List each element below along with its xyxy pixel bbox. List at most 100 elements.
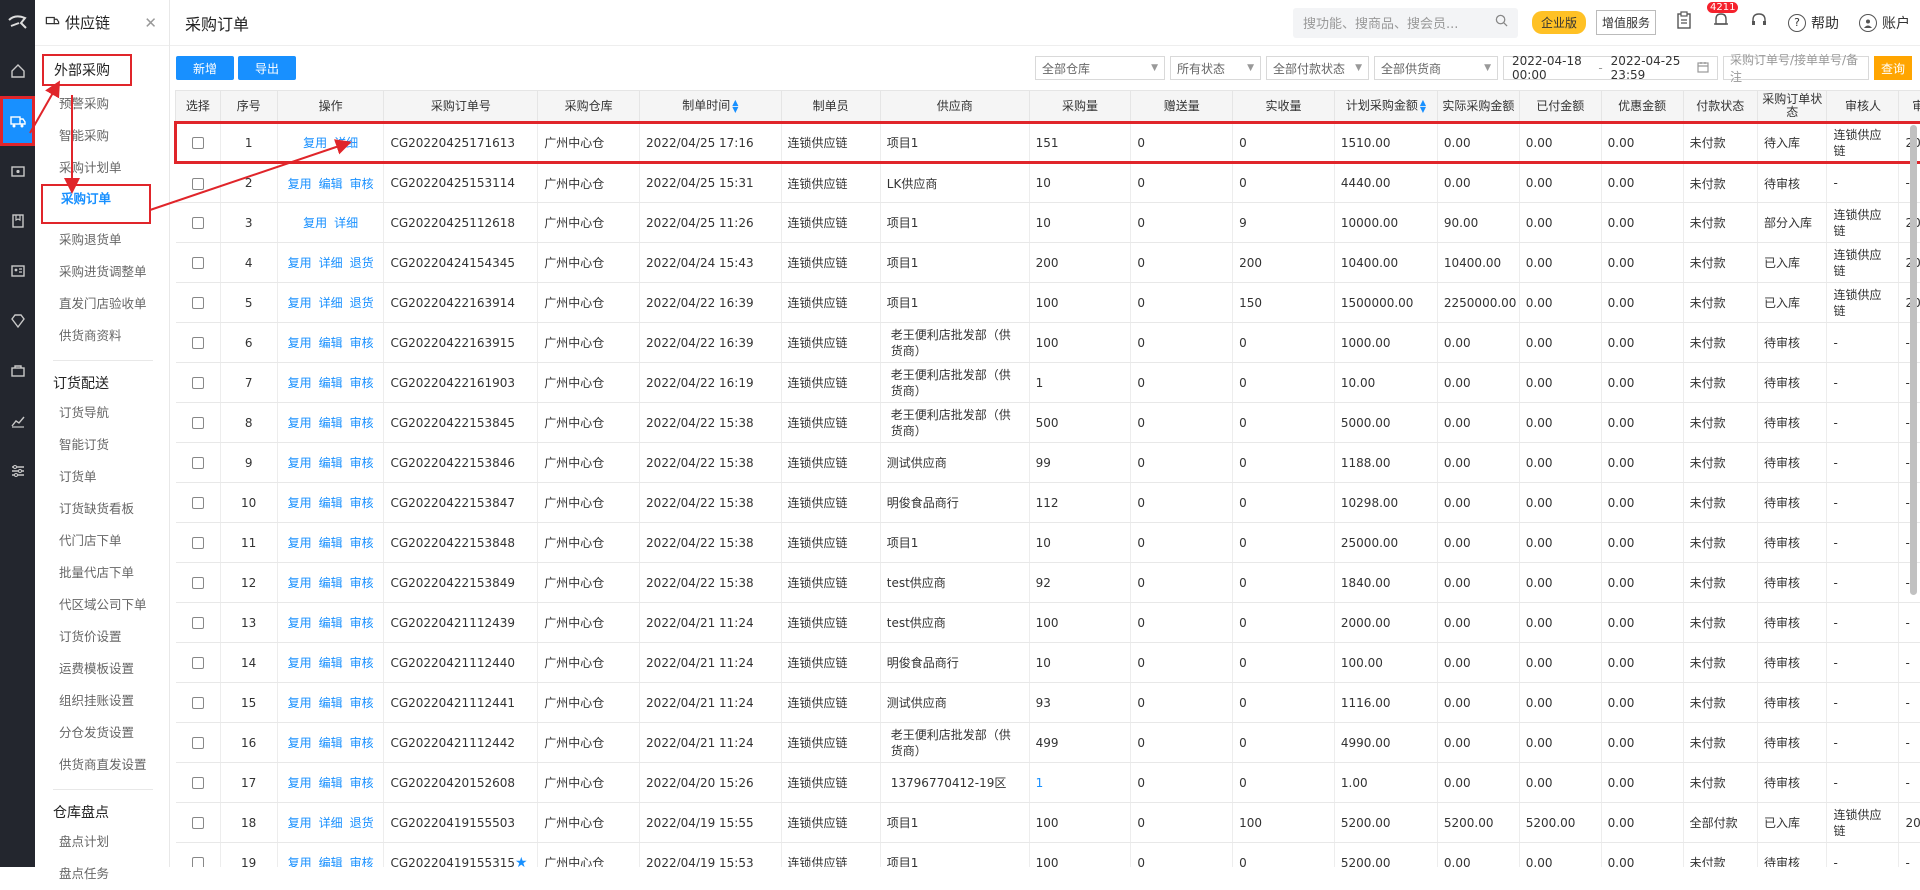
account-link[interactable]: 账户	[1859, 13, 1910, 33]
row-action-link[interactable]: 编辑	[319, 414, 343, 431]
row-action-link[interactable]: 编辑	[319, 454, 343, 471]
warehouse-select[interactable]: 全部仓库 ▼	[1035, 56, 1165, 80]
row-action-link[interactable]: 复用	[288, 734, 312, 751]
logo-icon[interactable]	[0, 0, 35, 46]
row-checkbox[interactable]	[192, 697, 204, 709]
table-row[interactable]: 6复用编辑审核CG20220422163915广州中心仓2022/04/22 1…	[176, 323, 1920, 363]
sidebar-item[interactable]: 智能采购	[35, 120, 169, 152]
sidebar-item[interactable]: 采购退货单	[35, 224, 169, 256]
table-row[interactable]: 11复用编辑审核CG20220422153848广州中心仓2022/04/22 …	[176, 523, 1920, 563]
clipboard-icon[interactable]	[1676, 11, 1692, 34]
chart-icon[interactable]	[0, 396, 35, 446]
pay-status-select[interactable]: 全部付款状态 ▼	[1266, 56, 1369, 80]
table-row[interactable]: 18复用详细退货CG20220419155503广州中心仓2022/04/19 …	[176, 803, 1920, 843]
row-action-link[interactable]: 复用	[288, 854, 312, 867]
supply-chain-icon[interactable]	[0, 96, 35, 146]
row-checkbox[interactable]	[192, 497, 204, 509]
row-action-link[interactable]: 详细	[319, 294, 343, 311]
table-row[interactable]: 8复用编辑审核CG20220422153845广州中心仓2022/04/22 1…	[176, 403, 1920, 443]
row-checkbox[interactable]	[192, 377, 204, 389]
sidebar-item[interactable]: 订货缺货看板	[35, 493, 169, 525]
sidebar-item[interactable]: 代门店下单	[35, 525, 169, 557]
row-action-link[interactable]: 复用	[288, 814, 312, 831]
row-action-link[interactable]: 审核	[350, 574, 374, 591]
table-row[interactable]: 5复用详细退货CG20220422163914广州中心仓2022/04/22 1…	[176, 283, 1920, 323]
table-row[interactable]: 2复用编辑审核CG20220425153114广州中心仓2022/04/25 1…	[176, 163, 1920, 203]
row-checkbox[interactable]	[192, 657, 204, 669]
sidebar-item[interactable]: 盘点任务	[35, 858, 169, 890]
row-checkbox[interactable]	[192, 417, 204, 429]
row-action-link[interactable]: 审核	[350, 854, 374, 867]
row-action-link[interactable]: 审核	[350, 374, 374, 391]
table-row[interactable]: 4复用详细退货CG20220424154345广州中心仓2022/04/24 1…	[176, 243, 1920, 283]
row-checkbox[interactable]	[192, 817, 204, 829]
row-action-link[interactable]: 详细	[334, 134, 358, 151]
row-action-link[interactable]: 编辑	[319, 494, 343, 511]
row-checkbox[interactable]	[192, 617, 204, 629]
row-action-link[interactable]: 退货	[350, 814, 374, 831]
search-icon[interactable]	[1495, 14, 1508, 31]
close-icon[interactable]: ✕	[144, 14, 157, 32]
global-search-input[interactable]: 搜功能、搜商品、搜会员...	[1293, 8, 1518, 38]
supplier-select[interactable]: 全部供货商 ▼	[1374, 56, 1498, 80]
row-action-link[interactable]: 复用	[288, 175, 312, 192]
sidebar-group-title[interactable]: 外部采购	[42, 54, 132, 86]
row-checkbox[interactable]	[192, 257, 204, 269]
row-action-link[interactable]: 复用	[288, 454, 312, 471]
row-checkbox[interactable]	[192, 137, 204, 149]
row-action-link[interactable]: 审核	[350, 534, 374, 551]
headset-icon[interactable]	[1750, 11, 1768, 34]
row-action-link[interactable]: 详细	[334, 214, 358, 231]
row-action-link[interactable]: 退货	[350, 294, 374, 311]
sidebar-item[interactable]: 订货单	[35, 461, 169, 493]
table-row[interactable]: 15复用编辑审核CG20220421112441广州中心仓2022/04/21 …	[176, 683, 1920, 723]
row-action-link[interactable]: 审核	[350, 734, 374, 751]
sort-icon[interactable]: ▲▼	[1420, 99, 1426, 113]
row-checkbox[interactable]	[192, 777, 204, 789]
row-action-link[interactable]: 编辑	[319, 694, 343, 711]
row-action-link[interactable]: 复用	[288, 774, 312, 791]
wallet-icon[interactable]	[0, 146, 35, 196]
row-checkbox[interactable]	[192, 577, 204, 589]
sidebar-item[interactable]: 智能订货	[35, 429, 169, 461]
row-action-link[interactable]: 复用	[288, 614, 312, 631]
row-action-link[interactable]: 编辑	[319, 374, 343, 391]
sort-icon[interactable]: ▲▼	[732, 99, 738, 113]
row-action-link[interactable]: 详细	[319, 814, 343, 831]
sidebar-item[interactable]: 盘点计划	[35, 826, 169, 858]
row-checkbox[interactable]	[192, 337, 204, 349]
table-row[interactable]: 3复用详细CG20220425112618广州中心仓2022/04/25 11:…	[176, 203, 1920, 243]
row-action-link[interactable]: 编辑	[319, 854, 343, 867]
row-action-link[interactable]: 编辑	[319, 734, 343, 751]
row-action-link[interactable]: 审核	[350, 454, 374, 471]
row-action-link[interactable]: 审核	[350, 175, 374, 192]
vertical-scrollbar[interactable]	[1910, 125, 1917, 595]
sidebar-item[interactable]: 批量代店下单	[35, 557, 169, 589]
home-icon[interactable]	[0, 46, 35, 96]
sidebar-item[interactable]: 供货商直发设置	[35, 749, 169, 781]
row-checkbox[interactable]	[192, 457, 204, 469]
sidebar-item[interactable]: 分仓发货设置	[35, 717, 169, 749]
help-link[interactable]: ? 帮助	[1788, 13, 1839, 33]
export-button[interactable]: 导出	[238, 56, 296, 80]
table-row[interactable]: 10复用编辑审核CG20220422153847广州中心仓2022/04/22 …	[176, 483, 1920, 523]
sidebar-item[interactable]: 运费模板设置	[35, 653, 169, 685]
book-icon[interactable]	[0, 196, 35, 246]
row-action-link[interactable]: 复用	[288, 694, 312, 711]
table-row[interactable]: 17复用编辑审核CG20220420152608广州中心仓2022/04/20 …	[176, 763, 1920, 803]
column-header[interactable]: 计划采购金额▲▼	[1334, 91, 1437, 123]
row-action-link[interactable]: 复用	[288, 334, 312, 351]
sidebar-item[interactable]: 订货价设置	[35, 621, 169, 653]
table-row[interactable]: 19复用编辑审核CG20220419155315★广州中心仓2022/04/19…	[176, 843, 1920, 868]
status-select[interactable]: 所有状态 ▼	[1170, 56, 1261, 80]
table-row[interactable]: 9复用编辑审核CG20220422153846广州中心仓2022/04/22 1…	[176, 443, 1920, 483]
sidebar-item[interactable]: 代区域公司下单	[35, 589, 169, 621]
id-card-icon[interactable]	[0, 246, 35, 296]
settings-icon[interactable]	[0, 446, 35, 496]
row-action-link[interactable]: 编辑	[319, 534, 343, 551]
row-action-link[interactable]: 审核	[350, 654, 374, 671]
query-button[interactable]: 查询	[1874, 56, 1912, 80]
row-action-link[interactable]: 详细	[319, 254, 343, 271]
row-action-link[interactable]: 复用	[288, 254, 312, 271]
row-action-link[interactable]: 复用	[303, 214, 327, 231]
